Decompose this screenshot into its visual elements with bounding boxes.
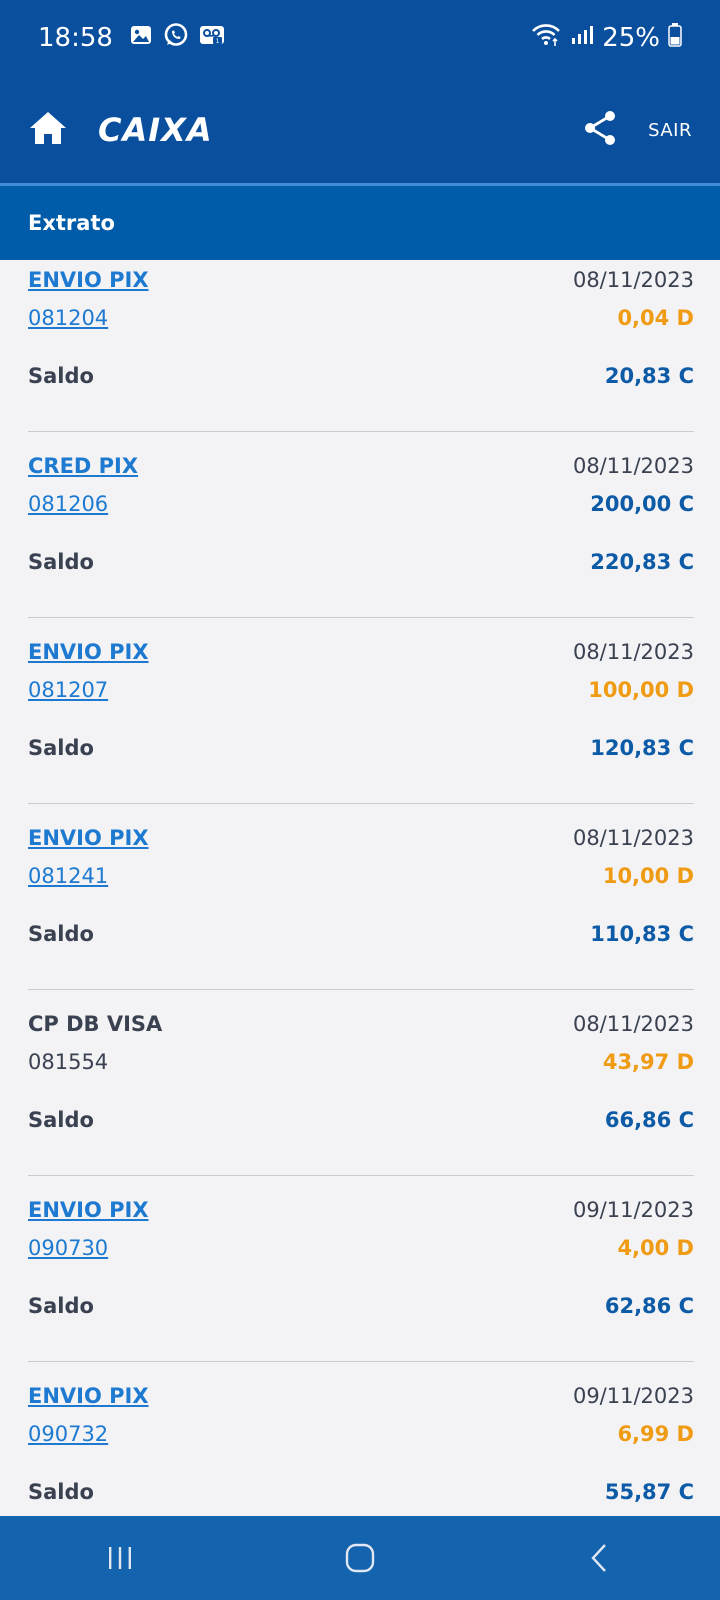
entry-document-number[interactable]: 081204 [28,306,108,330]
entry-title[interactable]: ENVIO PIX [28,1198,149,1222]
entry-title[interactable]: ENVIO PIX [28,826,149,850]
caixa-logo: CAIXA [98,111,213,149]
entry-row-amount: 081554 43,97 D [28,1042,694,1082]
entry-row-header: ENVIO PIX 08/11/2023 [28,260,694,300]
entry-amount: 10,00 D [602,864,694,888]
entry-title[interactable]: CRED PIX [28,454,138,478]
entry-date: 08/11/2023 [572,454,694,478]
logout-button[interactable]: SAIR [648,120,692,141]
entry-row-header: ENVIO PIX 09/11/2023 [28,1190,694,1230]
whatsapp-icon [163,22,189,55]
battery-percent: 25% [602,23,660,53]
entry-row-amount: 081241 10,00 D [28,856,694,896]
balance-value: 110,83 C [590,922,694,946]
statement-entry: ENVIO PIX 09/11/2023 090730 4,00 D Saldo 62,8… [28,1176,694,1362]
gallery-icon [129,23,153,54]
entry-row-balance: Saldo 120,83 C [28,728,694,768]
entry-row-header: CP DB VISA 08/11/2023 [28,1004,694,1044]
balance-label: Saldo [28,364,94,388]
statement-list[interactable]: ENVIO PIX 08/11/2023 081204 0,04 D Saldo 20,8… [0,260,720,1516]
entry-row-amount: 081207 100,00 D [28,670,694,710]
entry-title: CP DB VISA [28,1012,163,1036]
entry-document-number[interactable]: 081206 [28,492,108,516]
entry-date: 08/11/2023 [572,1012,694,1036]
page-title: Extrato [28,211,115,235]
statement-entry: ENVIO PIX 08/11/2023 081241 10,00 D Saldo 110… [28,804,694,990]
entry-document-number[interactable]: 090730 [28,1236,108,1260]
balance-value: 66,86 C [604,1108,694,1132]
app-bar: CAIXA SAIR [0,76,720,184]
page-title-bar: Extrato [0,186,720,260]
recent-apps-icon[interactable] [80,1528,160,1588]
statement-entry: CRED PIX 08/11/2023 081206 200,00 C Saldo 220… [28,432,694,618]
entry-date: 08/11/2023 [572,268,694,292]
balance-label: Saldo [28,922,94,946]
entry-amount: 100,00 D [588,678,694,702]
entry-row-balance: Saldo 20,83 C [28,356,694,396]
home-button-icon[interactable] [320,1528,400,1588]
status-time: 18:58 [38,23,113,53]
system-nav-bar [0,1516,720,1600]
entry-date: 08/11/2023 [572,640,694,664]
statement-entry: ENVIO PIX 09/11/2023 090732 6,99 D Saldo 55,8… [28,1362,694,1516]
entry-amount: 4,00 D [617,1236,694,1260]
entry-amount: 6,99 D [617,1422,694,1446]
entry-title[interactable]: ENVIO PIX [28,1384,149,1408]
entry-row-amount: 090730 4,00 D [28,1228,694,1268]
balance-value: 220,83 C [590,550,694,574]
svg-text:1: 1 [216,38,220,45]
voicemail-icon: 1 [199,23,225,54]
entry-title[interactable]: ENVIO PIX [28,268,149,292]
balance-label: Saldo [28,1108,94,1132]
entry-date: 08/11/2023 [572,826,694,850]
entry-document-number[interactable]: 081241 [28,864,108,888]
balance-value: 20,83 C [604,364,694,388]
entry-document-number[interactable]: 090732 [28,1422,108,1446]
statement-entry: ENVIO PIX 08/11/2023 081204 0,04 D Saldo 20,8… [28,260,694,432]
share-icon[interactable] [582,109,618,151]
entry-row-header: ENVIO PIX 08/11/2023 [28,632,694,672]
entry-row-amount: 081204 0,04 D [28,298,694,338]
entry-document-number: 081554 [28,1050,109,1074]
entry-row-amount: 081206 200,00 C [28,484,694,524]
home-icon[interactable] [28,109,68,151]
balance-label: Saldo [28,1480,94,1504]
entry-row-header: ENVIO PIX 08/11/2023 [28,818,694,858]
balance-label: Saldo [28,1294,94,1318]
statement-entry: ENVIO PIX 08/11/2023 081207 100,00 D Saldo 12… [28,618,694,804]
battery-icon [668,22,682,55]
brand-text: CAIXA [98,111,213,149]
entry-row-balance: Saldo 110,83 C [28,914,694,954]
entry-row-amount: 090732 6,99 D [28,1414,694,1454]
back-icon[interactable] [560,1528,640,1588]
signal-icon [570,23,594,54]
wifi-icon [530,22,562,55]
status-bar: 18:58 1 25% [0,0,720,76]
balance-value: 62,86 C [604,1294,694,1318]
balance-value: 120,83 C [590,736,694,760]
statement-entry: CP DB VISA 08/11/2023 081554 43,97 D Saldo 66… [28,990,694,1176]
entry-row-balance: Saldo 62,86 C [28,1286,694,1326]
app-bar-actions: SAIR [582,109,692,151]
entry-row-balance: Saldo 220,83 C [28,542,694,582]
balance-value: 55,87 C [604,1480,694,1504]
entry-title[interactable]: ENVIO PIX [28,640,149,664]
entry-row-header: ENVIO PIX 09/11/2023 [28,1376,694,1416]
entry-amount: 200,00 C [590,492,694,516]
entry-date: 09/11/2023 [572,1198,694,1222]
entry-amount: 43,97 D [602,1050,694,1074]
entry-row-header: CRED PIX 08/11/2023 [28,446,694,486]
entry-date: 09/11/2023 [572,1384,694,1408]
status-left: 18:58 1 [38,22,225,55]
balance-label: Saldo [28,736,94,760]
entry-row-balance: Saldo 66,86 C [28,1100,694,1140]
balance-label: Saldo [28,550,94,574]
statement-list-inner: ENVIO PIX 08/11/2023 081204 0,04 D Saldo 20,8… [28,260,694,1516]
entry-row-balance: Saldo 55,87 C [28,1472,694,1512]
status-right: 25% [530,22,682,55]
entry-document-number[interactable]: 081207 [28,678,108,702]
entry-amount: 0,04 D [617,306,694,330]
